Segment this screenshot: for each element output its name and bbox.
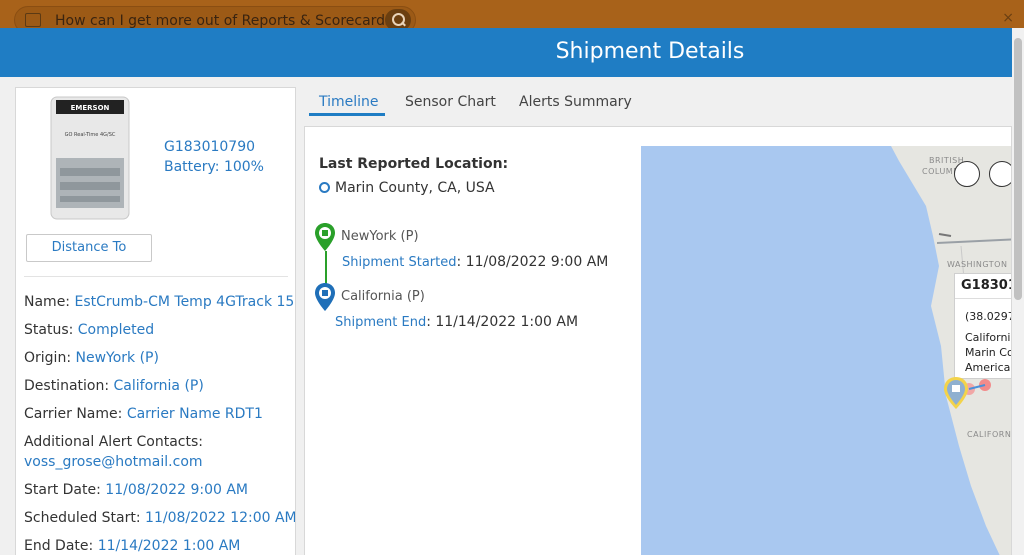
device-battery: Battery: 100% — [164, 159, 264, 175]
detail-scheduled-label: Scheduled Start: — [24, 510, 141, 526]
popup-coordinates: (38.0297 — [965, 310, 1012, 323]
detail-scheduled-start: Scheduled Start: 11/08/2022 12:00 AM — [24, 510, 296, 526]
detail-status-label: Status: — [24, 322, 74, 338]
detail-destination-value[interactable]: California (P) — [114, 378, 204, 394]
device-brand-text: EMERSON — [71, 104, 110, 112]
detail-carrier: Carrier Name: Carrier Name RDT1 — [24, 406, 263, 422]
scrollbar-thumb[interactable] — [1014, 38, 1022, 300]
detail-status-value: Completed — [77, 322, 155, 338]
map-location-pin-icon[interactable] — [944, 377, 968, 409]
edit-icon — [25, 13, 41, 27]
detail-origin-label: Origin: — [24, 350, 72, 366]
shipment-end-label: Shipment End — [335, 315, 427, 330]
popup-address: Californi Marin Co America, — [965, 330, 1012, 375]
detail-alert-contacts-label: Additional Alert Contacts: — [24, 434, 203, 450]
map-rotate-icon[interactable] — [954, 161, 980, 187]
detail-start-value: 11/08/2022 9:00 AM — [105, 482, 248, 498]
distance-to-button[interactable]: Distance To — [26, 234, 152, 262]
shipment-started-time: : 11/08/2022 9:00 AM — [456, 254, 609, 270]
divider — [24, 276, 288, 277]
detail-start-label: Start Date: — [24, 482, 101, 498]
close-icon[interactable]: × — [1002, 10, 1014, 26]
tab-timeline[interactable]: Timeline — [319, 94, 379, 110]
modal-header: Shipment Details — [0, 28, 1024, 77]
detail-destination: Destination: California (P) — [24, 378, 204, 394]
popup-device-id: G183010 — [961, 278, 1011, 293]
last-location: Marin County, CA, USA — [319, 180, 495, 196]
map-label-washington: WASHINGTON — [947, 260, 1008, 269]
detail-carrier-value[interactable]: Carrier Name RDT1 — [127, 406, 263, 422]
popup-address-line-1: Californi — [965, 331, 1011, 344]
destination-pin-icon — [315, 283, 335, 311]
last-location-label: Last Reported Location: — [319, 156, 509, 172]
timeline-panel: Last Reported Location: Marin County, CA… — [304, 126, 1012, 555]
active-tab-indicator — [309, 113, 385, 116]
help-search-text: How can I get more out of Reports & Scor… — [55, 13, 400, 29]
detail-name-value[interactable]: EstCrumb-CM Temp 4GTrack 15-1 — [74, 294, 295, 310]
map-popup: G183010 (38.0297 Californi Marin Co Amer… — [954, 273, 1012, 379]
device-id[interactable]: G183010790 — [164, 139, 255, 155]
page-scrollbar[interactable] — [1012, 28, 1024, 555]
destination-place: California (P) — [341, 289, 425, 304]
alert-contact-email[interactable]: voss_grose@hotmail.com — [24, 454, 203, 470]
tracker-device-image: EMERSON GO Real-Time 4G/SC — [50, 96, 130, 220]
detail-name: Name: EstCrumb-CM Temp 4GTrack 15-1 — [24, 294, 295, 310]
detail-end-value: 11/14/2022 1:00 AM — [97, 538, 241, 554]
detail-end-date: End Date: 11/14/2022 1:00 AM — [24, 538, 240, 554]
last-location-value: Marin County, CA, USA — [335, 180, 495, 196]
shipment-started-label: Shipment Started — [342, 255, 457, 270]
detail-destination-label: Destination: — [24, 378, 110, 394]
origin-place: NewYork (P) — [341, 229, 419, 244]
location-ring-icon — [319, 182, 330, 193]
detail-end-label: End Date: — [24, 538, 94, 554]
detail-scheduled-value: 11/08/2022 12:00 AM — [145, 510, 296, 526]
tab-sensor-chart[interactable]: Sensor Chart — [405, 94, 496, 110]
detail-start-date: Start Date: 11/08/2022 9:00 AM — [24, 482, 248, 498]
modal-body: EMERSON GO Real-Time 4G/SC G183010790 Ba… — [0, 77, 1012, 555]
map-zoom-out-icon[interactable] — [989, 161, 1011, 187]
device-model-text: GO Real-Time 4G/SC — [65, 132, 116, 138]
origin-event: Shipment Started: 11/08/2022 9:00 AM — [342, 254, 608, 270]
origin-pin-icon — [315, 223, 335, 251]
detail-origin-value[interactable]: NewYork (P) — [75, 350, 158, 366]
background-page-header: How can I get more out of Reports & Scor… — [0, 0, 1024, 34]
detail-alert-contacts-value: voss_grose@hotmail.com — [24, 454, 203, 470]
device-details-panel: EMERSON GO Real-Time 4G/SC G183010790 Ba… — [15, 87, 296, 555]
detail-status: Status: Completed — [24, 322, 154, 338]
popup-divider — [955, 298, 1011, 299]
destination-event: Shipment End: 11/14/2022 1:00 AM — [335, 314, 578, 330]
map-label-california: CALIFORN — [967, 430, 1012, 439]
shipment-end-time: : 11/14/2022 1:00 AM — [426, 314, 579, 330]
detail-carrier-label: Carrier Name: — [24, 406, 123, 422]
detail-origin: Origin: NewYork (P) — [24, 350, 159, 366]
shipment-map[interactable]: BRITISH COLUMB WASHINGTON CALIFORN G1830… — [641, 146, 1012, 555]
tab-alerts-summary[interactable]: Alerts Summary — [519, 94, 632, 110]
detail-name-label: Name: — [24, 294, 71, 310]
popup-address-line-2: Marin Co — [965, 346, 1012, 359]
modal-title: Shipment Details — [555, 39, 745, 64]
